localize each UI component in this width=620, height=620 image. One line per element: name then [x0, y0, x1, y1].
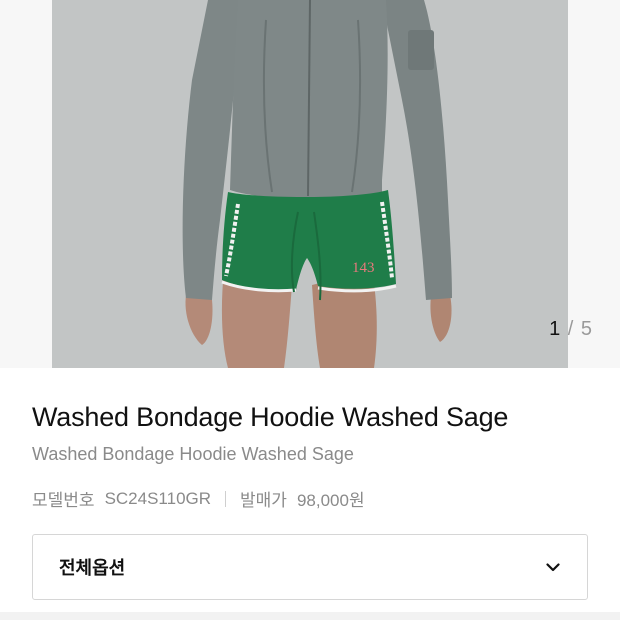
product-photo: 143: [52, 0, 568, 368]
pager-current: 1: [549, 318, 562, 340]
model-number-value: SC24S110GR: [104, 488, 212, 508]
shorts-print-text: 143: [352, 260, 375, 276]
product-title: Washed Bondage Hoodie Washed Sage: [32, 402, 509, 432]
chevron-down-icon: [545, 559, 561, 575]
product-meta: 모델번호 SC24S110GR 발매가 98,000원: [32, 486, 365, 511]
all-options-label: 전체옵션: [59, 558, 126, 578]
product-photo-illustration: 143: [52, 0, 568, 368]
all-options-dropdown[interactable]: 전체옵션: [32, 534, 588, 600]
meta-divider: [225, 490, 227, 507]
release-price-value: 98,000원: [296, 491, 365, 510]
model-number-label: 모델번호: [32, 491, 95, 510]
section-divider: [0, 612, 620, 620]
pager-total: 5: [580, 318, 593, 340]
release-price-label: 발매가: [240, 491, 287, 510]
product-subtitle: Washed Bondage Hoodie Washed Sage: [32, 444, 354, 464]
pager-separator: /: [561, 318, 581, 340]
product-image-gallery[interactable]: 143 1 / 5: [0, 0, 620, 368]
image-pager: 1 / 5: [549, 318, 593, 341]
